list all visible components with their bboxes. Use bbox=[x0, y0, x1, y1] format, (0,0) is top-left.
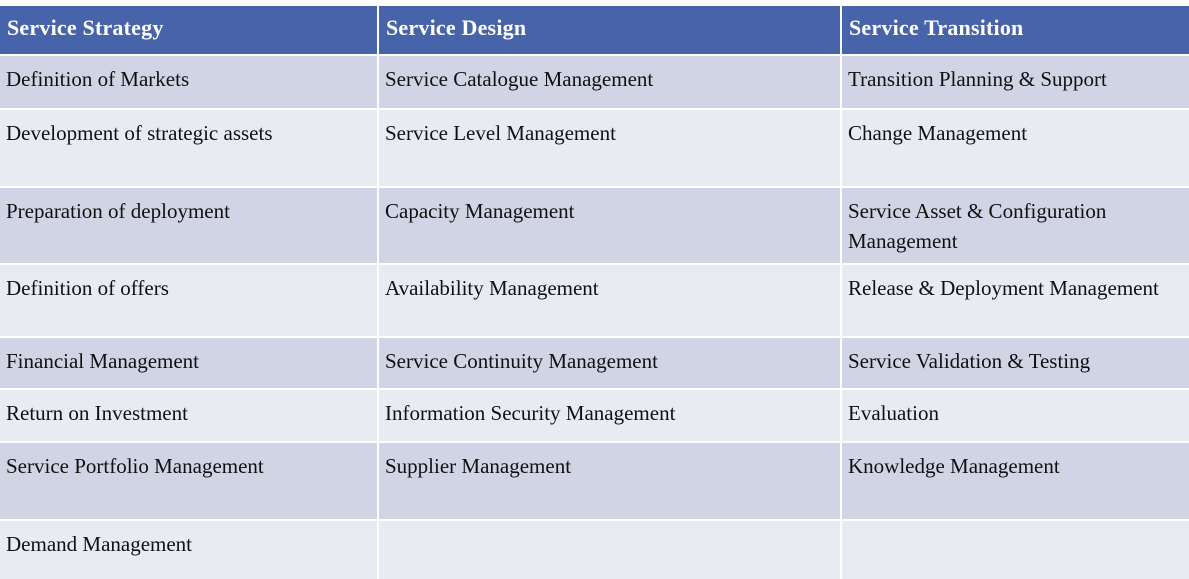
table-cell: Service Level Management bbox=[379, 110, 842, 188]
table-cell: Definition of Markets bbox=[0, 56, 379, 110]
table-cell: Release & Deployment Management bbox=[842, 265, 1189, 338]
column-header-service-transition: Service Transition bbox=[842, 6, 1189, 56]
table-cell: Supplier Management bbox=[379, 443, 842, 521]
table-row: Return on Investment Information Securit… bbox=[0, 390, 1189, 443]
table-cell bbox=[379, 521, 842, 579]
column-header-service-strategy: Service Strategy bbox=[0, 6, 379, 56]
table-cell: Capacity Management bbox=[379, 188, 842, 265]
table-row: Financial Management Service Continuity … bbox=[0, 338, 1189, 390]
table-row: Service Portfolio Management Supplier Ma… bbox=[0, 443, 1189, 521]
table-cell: Service Portfolio Management bbox=[0, 443, 379, 521]
table-cell: Service Validation & Testing bbox=[842, 338, 1189, 390]
table-cell bbox=[842, 521, 1189, 579]
itil-lifecycle-table: Service Strategy Service Design Service … bbox=[0, 6, 1189, 579]
table-row: Development of strategic assets Service … bbox=[0, 110, 1189, 188]
table-cell: Transition Planning & Support bbox=[842, 56, 1189, 110]
table-cell: Definition of offers bbox=[0, 265, 379, 338]
table-cell: Change Management bbox=[842, 110, 1189, 188]
table-cell: Service Asset & Configuration Management bbox=[842, 188, 1189, 265]
table-cell: Development of strategic assets bbox=[0, 110, 379, 188]
table-cell: Service Catalogue Management bbox=[379, 56, 842, 110]
table-cell: Service Continuity Management bbox=[379, 338, 842, 390]
table-cell: Knowledge Management bbox=[842, 443, 1189, 521]
table-row: Definition of offers Availability Manage… bbox=[0, 265, 1189, 338]
column-header-service-design: Service Design bbox=[379, 6, 842, 56]
table-row: Preparation of deployment Capacity Manag… bbox=[0, 188, 1189, 265]
table-row: Demand Management bbox=[0, 521, 1189, 579]
table-cell: Return on Investment bbox=[0, 390, 379, 443]
table-cell: Evaluation bbox=[842, 390, 1189, 443]
table-cell: Availability Management bbox=[379, 265, 842, 338]
table-cell: Information Security Management bbox=[379, 390, 842, 443]
header-row: Service Strategy Service Design Service … bbox=[0, 6, 1189, 56]
table-row: Definition of Markets Service Catalogue … bbox=[0, 56, 1189, 110]
table-cell: Demand Management bbox=[0, 521, 379, 579]
table-cell: Financial Management bbox=[0, 338, 379, 390]
table-cell: Preparation of deployment bbox=[0, 188, 379, 265]
